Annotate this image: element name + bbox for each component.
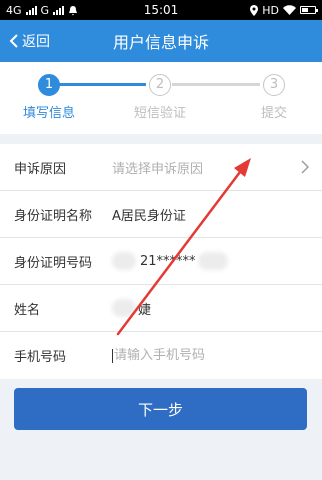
id-type-row: 身份证明名称 A居民身份证 [0, 191, 322, 238]
location-icon [250, 4, 259, 16]
redacted-blur [197, 252, 228, 270]
id-number-row: 身份证明号码 21****** [0, 238, 322, 285]
step-number: 1 [38, 74, 60, 96]
notification-icon [69, 5, 78, 15]
chevron-right-icon [301, 160, 310, 174]
step-indicator: 1 填写信息 2 短信验证 3 提交 [0, 62, 322, 134]
signal-icon-2 [53, 5, 65, 15]
id-number-value: 21****** [140, 253, 196, 269]
back-label: 返回 [22, 34, 50, 50]
network-type: 4G [6, 3, 22, 17]
phone-row[interactable]: 手机号码 [0, 332, 322, 379]
step-label: 提交 [260, 106, 287, 121]
step-fill-info: 1 填写信息 [4, 74, 94, 121]
redacted-blur [112, 299, 136, 317]
redacted-blur [112, 252, 136, 270]
id-type-value: A居民身份证 [112, 208, 186, 224]
reason-row[interactable]: 申诉原因 请选择申诉原因 [0, 144, 322, 191]
text-cursor [112, 348, 113, 363]
name-row: 姓名 婕 [0, 285, 322, 332]
hd-indicator: HD [262, 3, 279, 17]
phone-input[interactable] [114, 348, 274, 363]
name-value: 婕 [138, 302, 152, 318]
name-label: 姓名 [14, 302, 41, 318]
status-left: 4G G [6, 4, 78, 17]
next-step-button[interactable]: 下一步 [14, 388, 307, 430]
step-sms-verify: 2 短信验证 [115, 74, 205, 121]
signal-icon [25, 5, 37, 15]
nav-bar: 返回 用户信息申诉 [0, 20, 322, 62]
appeal-form: 申诉原因 请选择申诉原因 身份证明名称 A居民身份证 身份证明号码 21****… [0, 144, 322, 379]
battery-icon [300, 6, 318, 14]
step-number: 3 [263, 74, 285, 96]
id-number-label: 身份证明号码 [14, 255, 93, 271]
wifi-icon [283, 5, 296, 15]
step-number: 2 [149, 74, 171, 96]
phone-label: 手机号码 [14, 350, 67, 365]
chevron-left-icon [9, 34, 18, 48]
network-type-2: G [40, 3, 50, 17]
reason-label: 申诉原因 [14, 161, 67, 177]
back-button[interactable]: 返回 [0, 31, 50, 51]
status-bar: 4G G 15:01 HD [0, 0, 322, 20]
step-label: 短信验证 [133, 106, 186, 121]
status-right: HD [250, 3, 318, 17]
reason-select[interactable]: 请选择申诉原因 [112, 158, 203, 177]
step-submit: 3 提交 [229, 74, 319, 121]
id-type-label: 身份证明名称 [14, 208, 93, 224]
step-label: 填写信息 [22, 106, 75, 121]
